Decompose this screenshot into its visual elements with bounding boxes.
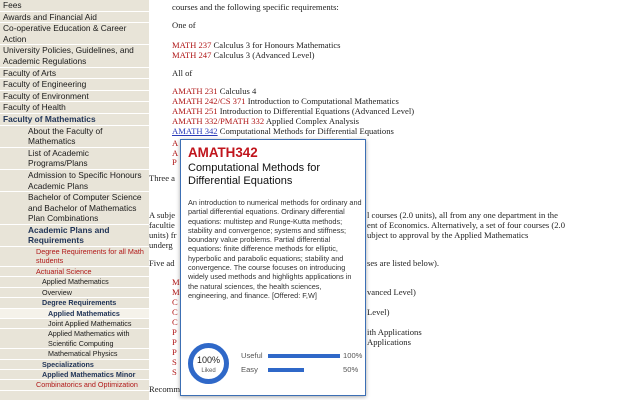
sidebar-item[interactable]: Mathematical Physics [0, 349, 149, 360]
one-of-label: One of [172, 20, 196, 30]
recommend-text: Recomm [149, 384, 181, 394]
sidebar-item[interactable]: Fees [0, 0, 149, 12]
course-link-hovered[interactable]: AMATH 342 [172, 126, 218, 136]
course-item: AMATH 332/PMATH 332 Applied Complex Anal… [172, 116, 359, 126]
sidebar-item[interactable]: Faculty of Arts [0, 68, 149, 80]
course-title: Introduction to Computational Mathematic… [247, 96, 399, 106]
course-link[interactable]: MATH 247 [172, 50, 211, 60]
subject-text: facultie [149, 220, 175, 230]
sidebar-item[interactable]: Faculty of Engineering [0, 79, 149, 91]
sidebar-item[interactable]: Specializations [0, 360, 149, 370]
sidebar-item[interactable]: Actuarial Science [0, 267, 149, 278]
course-title: Calculus 4 [219, 86, 257, 96]
sidebar-item[interactable]: Applied Mathematics Minor [0, 370, 149, 381]
course-link[interactable]: MATH 237 [172, 40, 211, 50]
course-item: AMATH 231 Calculus 4 [172, 86, 256, 96]
liked-ring: 100% Liked [188, 343, 229, 384]
course-popup: AMATH342 Computational Methods for Diffe… [180, 139, 366, 396]
subject-text-right: ent of Economics. Alternatively, a set o… [367, 220, 565, 230]
subject-text-right: ubject to approval by the Applied Mathem… [367, 230, 529, 240]
course-link[interactable]: AMATH 251 [172, 106, 218, 116]
sidebar-item[interactable]: Faculty of Health [0, 102, 149, 114]
subject-text-right: l courses (2.0 units), all from any one … [367, 210, 558, 220]
sidebar-item[interactable]: Applied Mathematics [0, 277, 149, 288]
sidebar-item[interactable]: Faculty of Mathematics [0, 114, 149, 126]
rating-value-easy: 50% [343, 365, 359, 374]
course-title: Applied Complex Analysis [265, 116, 359, 126]
course-title: Introduction to Differential Equations (… [219, 106, 415, 116]
sidebar-item[interactable]: About the Faculty of Mathematics [0, 126, 149, 148]
rating-label-easy: Easy [241, 365, 258, 374]
popup-ratings: 100% Liked Useful 100% Easy 50% [181, 335, 365, 395]
sidebar-item[interactable]: Co-operative Education & Career Action [0, 23, 149, 46]
course-item: AMATH 342 Computational Methods for Diff… [172, 126, 394, 136]
liked-label: Liked [201, 368, 215, 374]
liked-percent: 100% [197, 355, 220, 365]
sidebar-item[interactable]: Overview [0, 288, 149, 299]
fragment: ith Applications [367, 327, 422, 337]
course-item: AMATH 242/CS 371 Introduction to Computa… [172, 96, 399, 106]
sidebar-item[interactable]: Academic Plans and Requirements [0, 225, 149, 248]
course-item: MATH 247 Calculus 3 (Advanced Level) [172, 50, 315, 60]
sidebar-item[interactable]: Admission to Specific Honours Academic P… [0, 170, 149, 193]
subject-text: A subje [149, 210, 176, 220]
course-link[interactable]: AMATH 242/CS 371 [172, 96, 246, 106]
fragment: Applications [367, 337, 411, 347]
sidebar-item[interactable]: Combinatorics and Optimization [0, 380, 149, 391]
subject-text: underg [149, 240, 173, 250]
sidebar-item[interactable]: Degree Requirements [0, 298, 149, 309]
all-of-label: All of [172, 68, 193, 78]
fragment: vanced Level) [367, 287, 416, 297]
intro-text: courses and the following specific requi… [172, 2, 339, 12]
sidebar-item[interactable]: University Policies, Guidelines, and Aca… [0, 45, 149, 68]
course-item: MATH 237 Calculus 3 for Honours Mathemat… [172, 40, 341, 50]
three-text: Three a [149, 173, 175, 183]
sidebar-item[interactable]: Faculty of Environment [0, 91, 149, 103]
rating-value-useful: 100% [343, 351, 363, 360]
rating-label-useful: Useful [241, 351, 263, 360]
sidebar-item[interactable]: Awards and Financial Aid [0, 12, 149, 24]
sidebar-item[interactable]: Applied Mathematics with Scientific Comp… [0, 329, 149, 350]
course-link[interactable]: AMATH 332/PMATH 332 [172, 116, 264, 126]
rating-bar-useful [268, 354, 340, 358]
popup-description: An introduction to numerical methods for… [188, 198, 362, 300]
sidebar-nav: Fees Awards and Financial Aid Co-operative… [0, 0, 149, 400]
course-title: Calculus 3 for Honours Mathematics [213, 40, 341, 50]
subject-text: units) fr [149, 230, 177, 240]
fragment: Level) [367, 307, 390, 317]
course-item: AMATH 251 Introduction to Differential E… [172, 106, 414, 116]
course-link[interactable]: AMATH 231 [172, 86, 218, 96]
course-title: Calculus 3 (Advanced Level) [213, 50, 315, 60]
sidebar-item[interactable]: Degree Requirements for all Math student… [0, 247, 149, 267]
five-text: Five ad [149, 258, 175, 268]
rating-bar-easy [268, 368, 304, 372]
five-text-right: ses are listed below). [367, 258, 440, 268]
sidebar-item[interactable]: Bachelor of Computer Science and Bachelo… [0, 192, 149, 225]
sidebar-item[interactable]: List of Academic Programs/Plans [0, 148, 149, 170]
popup-course-code: AMATH342 [188, 145, 258, 160]
sidebar-item[interactable]: Applied Mathematics [0, 308, 149, 319]
sidebar-item[interactable]: Joint Applied Mathematics [0, 319, 149, 330]
popup-course-title: Computational Methods for Differential E… [188, 162, 321, 187]
course-title: Computational Methods for Differential E… [219, 126, 394, 136]
